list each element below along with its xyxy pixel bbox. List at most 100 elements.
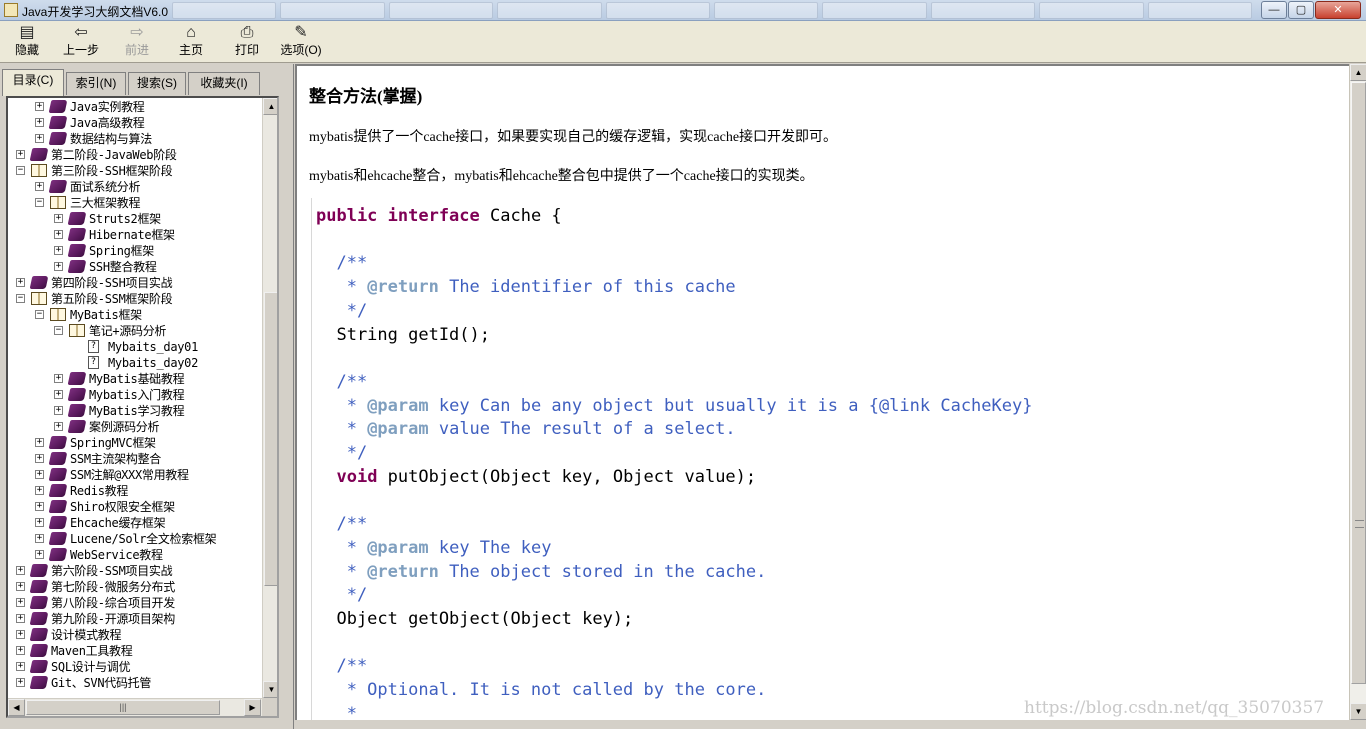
print-button[interactable]: ⎙ 打印 [224,23,270,61]
forward-button[interactable]: ⇨ 前进 [114,23,160,61]
hide-button[interactable]: ▤ 隐藏 [4,23,50,61]
tree-node[interactable]: + Ehcache缓存框架 [8,515,262,531]
home-button[interactable]: ⌂ 主页 [168,23,214,61]
tree-node[interactable]: − 笔记+源码分析 [8,323,262,339]
scroll-right-arrow-icon[interactable]: ▶ [244,699,261,716]
expand-icon[interactable]: + [16,678,25,687]
tree-node[interactable]: + Java高级教程 [8,115,262,131]
expand-icon[interactable]: + [54,214,63,223]
tree-node[interactable]: − 第五阶段-SSM框架阶段 [8,291,262,307]
expand-icon[interactable]: + [16,582,25,591]
expand-icon[interactable]: + [54,262,63,271]
expand-icon[interactable]: + [35,534,44,543]
tree-node[interactable]: + Lucene/Solr全文检索框架 [8,531,262,547]
close-button[interactable]: ✕ [1315,1,1361,19]
tree-node-label: SSM注解@XXX常用教程 [70,468,189,482]
tree-node[interactable]: + MyBatis学习教程 [8,403,262,419]
tree-node[interactable]: + 第七阶段-微服务分布式 [8,579,262,595]
expand-icon[interactable]: + [35,454,44,463]
tree-node[interactable]: + SSM注解@XXX常用教程 [8,467,262,483]
content-scroll-thumb[interactable] [1351,82,1366,684]
tree-node[interactable]: + 设计模式教程 [8,627,262,643]
tree-node[interactable]: + Hibernate框架 [8,227,262,243]
tree-node[interactable]: ? Mybaits_day01 [8,339,262,355]
tree-node[interactable]: + SQL设计与调优 [8,659,262,675]
expand-icon[interactable]: + [35,438,44,447]
tree-node[interactable]: ? Mybaits_day02 [8,355,262,371]
tree-node[interactable]: + SpringMVC框架 [8,435,262,451]
scroll-left-arrow-icon[interactable]: ◀ [8,699,25,716]
expand-icon[interactable]: + [35,118,44,127]
tree-node[interactable]: + 第四阶段-SSH项目实战 [8,275,262,291]
expand-icon[interactable]: + [16,278,25,287]
collapse-icon[interactable]: − [54,326,63,335]
expand-icon[interactable]: + [16,614,25,623]
tree-node[interactable]: + MyBatis基础教程 [8,371,262,387]
expand-icon[interactable]: + [35,502,44,511]
tree-horizontal-scrollbar[interactable]: ◀ ||| ▶ [8,698,262,716]
expand-icon[interactable]: + [35,486,44,495]
tree-node[interactable]: + Struts2框架 [8,211,262,227]
expand-icon[interactable]: + [35,102,44,111]
expand-icon[interactable]: + [54,246,63,255]
tree-node[interactable]: + 案例源码分析 [8,419,262,435]
expand-icon[interactable]: + [35,134,44,143]
tree-node[interactable]: + SSH整合教程 [8,259,262,275]
tree-node[interactable]: + WebService教程 [8,547,262,563]
tree-node[interactable]: + Shiro权限安全框架 [8,499,262,515]
collapse-icon[interactable]: − [35,198,44,207]
expand-icon[interactable]: + [35,182,44,191]
expand-icon[interactable]: + [54,390,63,399]
expand-icon[interactable]: + [35,470,44,479]
collapse-icon[interactable]: − [35,310,44,319]
tree-node[interactable]: + 第六阶段-SSM项目实战 [8,563,262,579]
expand-icon[interactable]: + [16,598,25,607]
back-button[interactable]: ⇦ 上一步 [58,23,104,61]
tree-node[interactable]: + Git、SVN代码托管 [8,675,262,691]
tab-contents[interactable]: 目录(C) [2,69,64,96]
pane-splitter[interactable] [285,64,294,729]
tree-node[interactable]: + Redis教程 [8,483,262,499]
content-scroll-down-arrow-icon[interactable]: ▼ [1350,703,1366,720]
scroll-up-arrow-icon[interactable]: ▲ [263,98,277,115]
scroll-down-arrow-icon[interactable]: ▼ [263,681,277,698]
expand-icon[interactable]: + [16,566,25,575]
content-scroll-up-arrow-icon[interactable]: ▲ [1350,64,1366,81]
tree-node[interactable]: + SSM主流架构整合 [8,451,262,467]
tree-node[interactable]: + 面试系统分析 [8,179,262,195]
expand-icon[interactable]: + [54,230,63,239]
expand-icon[interactable]: + [16,150,25,159]
tree-node[interactable]: + Maven工具教程 [8,643,262,659]
tab-index[interactable]: 索引(N) [66,72,126,95]
tree-vertical-scrollbar[interactable]: ▲ ▼ [262,98,277,698]
tree-hscroll-thumb[interactable]: ||| [26,700,220,715]
tree-node[interactable]: − 三大框架教程 [8,195,262,211]
tree-scroll-thumb[interactable] [264,292,277,586]
expand-icon[interactable]: + [35,550,44,559]
tab-search[interactable]: 搜索(S) [128,72,186,95]
expand-icon[interactable]: + [54,374,63,383]
tree-node[interactable]: + Mybatis入门教程 [8,387,262,403]
tree-node[interactable]: + Spring框架 [8,243,262,259]
tree-node[interactable]: − 第三阶段-SSH框架阶段 [8,163,262,179]
expand-icon[interactable]: + [16,630,25,639]
minimize-button[interactable]: — [1261,1,1287,19]
tree-node[interactable]: + 数据结构与算法 [8,131,262,147]
tree-node[interactable]: + 第九阶段-开源项目架构 [8,611,262,627]
options-label: 选项(O) [280,43,322,57]
collapse-icon[interactable]: − [16,166,25,175]
expand-icon[interactable]: + [16,662,25,671]
expand-icon[interactable]: + [54,422,63,431]
tab-favorites[interactable]: 收藏夹(I) [188,72,260,95]
expand-icon[interactable]: + [54,406,63,415]
tree-node[interactable]: − MyBatis框架 [8,307,262,323]
tree-node[interactable]: + 第八阶段-综合项目开发 [8,595,262,611]
expand-icon[interactable]: + [16,646,25,655]
collapse-icon[interactable]: − [16,294,25,303]
tree-node[interactable]: + 第二阶段-JavaWeb阶段 [8,147,262,163]
options-button[interactable]: ✎ 选项(O) [278,23,324,61]
maximize-button[interactable]: ▢ [1288,1,1314,19]
expand-icon[interactable]: + [35,518,44,527]
content-vertical-scrollbar[interactable]: ▲ ▼ [1349,64,1366,720]
tree-node[interactable]: + Java实例教程 [8,99,262,115]
